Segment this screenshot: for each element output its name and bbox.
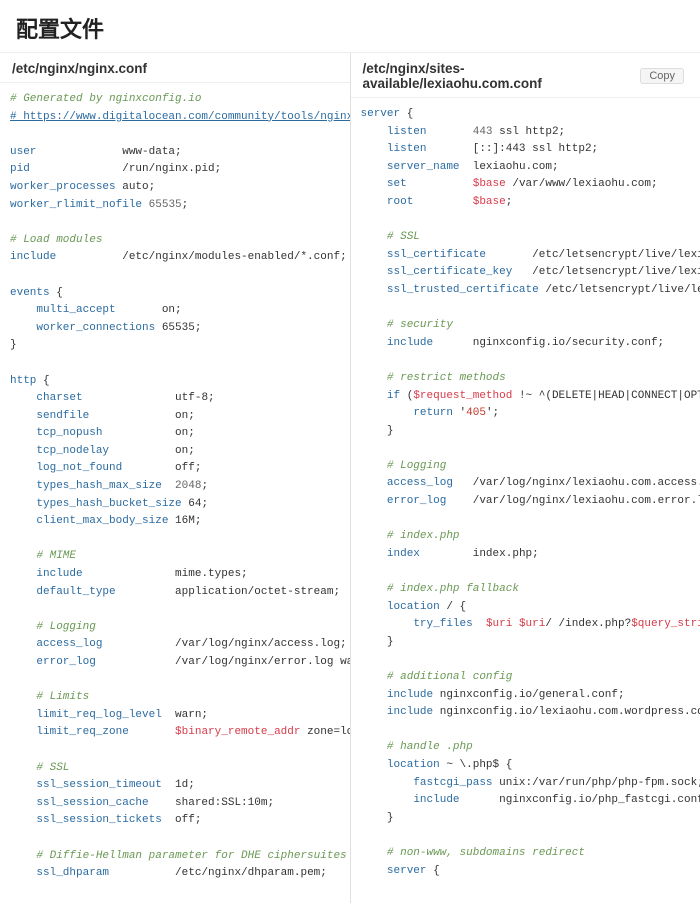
page-title: 配置文件 xyxy=(0,0,700,52)
left-col-header: /etc/nginx/nginx.conf xyxy=(0,53,350,83)
right-col-code: server { listen 443 ssl http2; listen [:… xyxy=(351,98,700,888)
right-col-header-text: /etc/nginx/sites-available/lexiaohu.com.… xyxy=(363,61,641,91)
left-column: /etc/nginx/nginx.conf # Generated by ngi… xyxy=(0,53,351,903)
left-col-code: # Generated by nginxconfig.io # https://… xyxy=(0,83,350,891)
right-col-header: /etc/nginx/sites-available/lexiaohu.com.… xyxy=(351,53,700,98)
right-column: /etc/nginx/sites-available/lexiaohu.com.… xyxy=(351,53,700,903)
copy-button[interactable]: Copy xyxy=(640,68,684,84)
